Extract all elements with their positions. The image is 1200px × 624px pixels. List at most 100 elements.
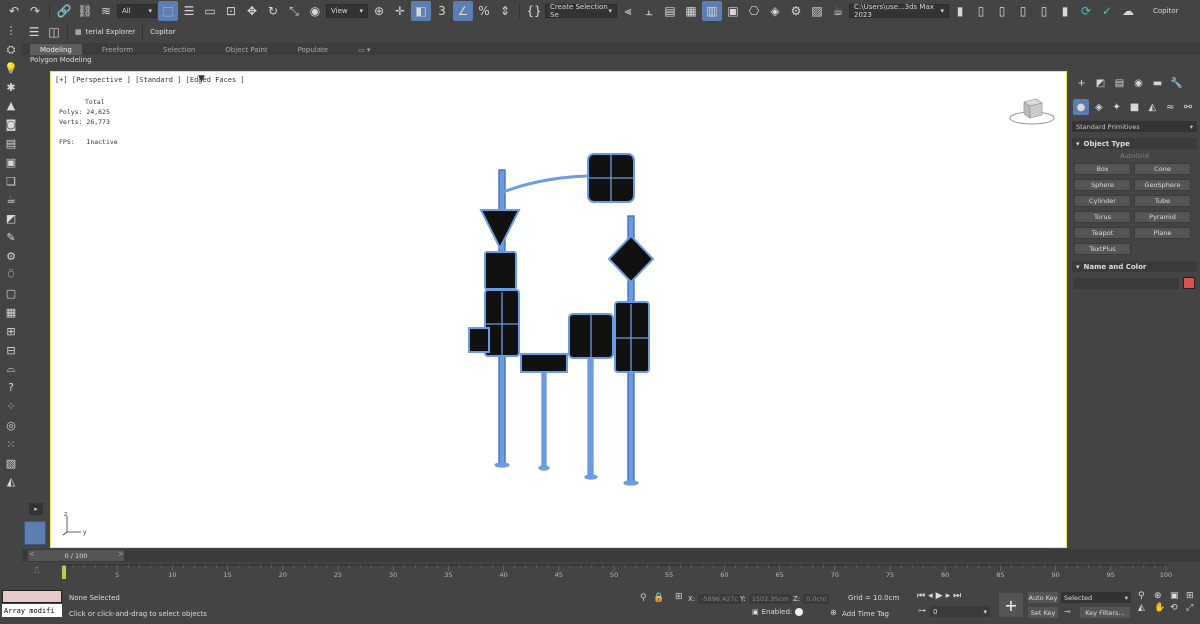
tube-button[interactable]: Tube: [1134, 195, 1191, 207]
rectangular-selection-icon[interactable]: ▭: [200, 1, 220, 21]
percent-snap-icon[interactable]: %: [474, 1, 494, 21]
select-manipulate-icon[interactable]: ✛: [390, 1, 410, 21]
bind-space-warp-icon[interactable]: ≋: [96, 1, 116, 21]
helpers-icon[interactable]: ◭: [1144, 99, 1160, 115]
current-frame-field[interactable]: 0 ▾: [930, 606, 990, 617]
viewport-layout-icon[interactable]: [24, 521, 46, 545]
viewport-icon[interactable]: ▦: [2, 304, 20, 322]
select-object-icon[interactable]: ⬚: [158, 1, 178, 21]
play-arrow-icon[interactable]: ▸: [29, 503, 43, 515]
mirror-icon[interactable]: ⫷: [618, 1, 638, 21]
maxscript-listener-input[interactable]: [2, 590, 62, 603]
lock-selection-icon[interactable]: 🔒: [653, 593, 664, 603]
time-tag-icon[interactable]: ⊕: [830, 608, 837, 617]
redo-icon[interactable]: ↷: [25, 1, 45, 21]
tab-modeling[interactable]: Modeling: [30, 44, 82, 55]
y-field[interactable]: 1502.35cm: [748, 594, 792, 604]
selection-filter-select[interactable]: All ▾: [117, 4, 157, 18]
cloud-icon[interactable]: ☁: [1118, 1, 1138, 21]
display-tab-icon[interactable]: ▬: [1149, 75, 1166, 91]
next-frame-icon[interactable]: >: [118, 550, 124, 558]
tab-freeform[interactable]: Freeform: [92, 44, 143, 55]
reference-coordinate-select[interactable]: View ▾: [326, 4, 368, 18]
curve-editor-icon[interactable]: ▣: [723, 1, 743, 21]
lights-icon[interactable]: ✦: [1109, 99, 1125, 115]
snaps-toggle-icon[interactable]: 3: [432, 1, 452, 21]
side-panel[interactable]: [468, 327, 490, 353]
key-filters-button[interactable]: Key Filters...: [1080, 607, 1130, 618]
go-to-start-icon[interactable]: ⏮: [917, 591, 925, 601]
sphere-button[interactable]: Sphere: [1074, 179, 1131, 191]
teapot-icon[interactable]: ☕: [2, 191, 20, 209]
previous-frame-icon[interactable]: ◂: [928, 591, 933, 601]
toggle-scene-explorer-icon[interactable]: ▤: [660, 1, 680, 21]
pyramid-button[interactable]: Pyramid: [1134, 211, 1191, 223]
cameras-icon[interactable]: ■: [1127, 99, 1143, 115]
frame-icon[interactable]: ▢: [2, 285, 20, 303]
track-bar-icon[interactable]: ⎍: [34, 566, 40, 576]
x-field[interactable]: -5896.427c: [698, 594, 742, 604]
enabled-radio-icon[interactable]: [795, 608, 804, 616]
material-explorer-button[interactable]: ▦ terial Explorer: [71, 24, 139, 40]
field-of-view-icon[interactable]: ◭: [1138, 603, 1152, 613]
cylinder-button[interactable]: Cylinder: [1074, 195, 1131, 207]
scene-tool-icon[interactable]: ⛭: [2, 41, 20, 59]
pivot-center-icon[interactable]: ⊕: [369, 1, 389, 21]
link-icon[interactable]: 🔗: [54, 1, 74, 21]
track-bar[interactable]: ⎍ 5 10 15 20 25 30 35 40 45 50 55 60 65 70 75 80 85 90 95 1…: [22, 562, 1200, 587]
box-button[interactable]: Box: [1074, 163, 1131, 175]
textplus-button[interactable]: TextPlus: [1074, 243, 1131, 255]
folder-open-icon[interactable]: ▯: [971, 1, 991, 21]
sync-icon[interactable]: ⟳: [1076, 1, 1096, 21]
folder-settings-icon[interactable]: ▯: [1034, 1, 1054, 21]
maximize-viewport-icon[interactable]: ⤢: [1186, 603, 1200, 613]
pole-small[interactable]: [541, 371, 547, 469]
cone-icon[interactable]: ▲: [2, 97, 20, 115]
isolate-selection-icon[interactable]: ⚲: [640, 593, 647, 603]
yield-sign[interactable]: [479, 209, 521, 251]
orbit-icon[interactable]: ⟲: [1170, 603, 1184, 613]
schematic-view-icon[interactable]: ⎔: [744, 1, 764, 21]
geometry-icon[interactable]: ●: [1073, 99, 1089, 115]
image-icon[interactable]: ▣: [2, 154, 20, 172]
bulb-icon[interactable]: ⍥: [2, 266, 20, 284]
list-icon[interactable]: ☰: [24, 22, 44, 42]
folder-icon[interactable]: ▯: [992, 1, 1012, 21]
toggle-ribbon-icon[interactable]: ▥: [702, 1, 722, 21]
align-icon[interactable]: ⫠: [639, 1, 659, 21]
traffic-signs-scene[interactable]: [51, 72, 1067, 548]
scale-icon[interactable]: ⤡: [284, 1, 304, 21]
render-icon[interactable]: ◩: [2, 210, 20, 228]
copitor-button[interactable]: Copitor: [146, 24, 179, 40]
dots-icon[interactable]: ⁘: [2, 398, 20, 416]
tab-object-paint[interactable]: Object Paint: [215, 44, 277, 55]
object-type-rollout[interactable]: ▾ Object Type: [1072, 138, 1197, 149]
teapot-button[interactable]: Teapot: [1074, 227, 1131, 239]
snowflake-icon[interactable]: ✱: [2, 78, 20, 96]
perspective-viewport[interactable]: [+] [Perspective ] [Standard ] [Edged Fa…: [50, 71, 1067, 548]
geosphere-button[interactable]: GeoSphere: [1134, 179, 1191, 191]
tab-populate[interactable]: Populate: [288, 44, 338, 55]
z-field[interactable]: 0.0cm: [803, 594, 830, 604]
plane-button[interactable]: Plane: [1134, 227, 1191, 239]
edit-named-selection-icon[interactable]: {}: [524, 1, 544, 21]
grid-icon[interactable]: ⊞: [2, 323, 20, 341]
adaptive-degradation-toggle[interactable]: ▣ Enabled:: [752, 608, 804, 616]
paint-icon[interactable]: ✎: [2, 229, 20, 247]
pole-center[interactable]: [587, 357, 594, 477]
street-name-sign[interactable]: [520, 353, 568, 373]
utilities-tab-icon[interactable]: 🔧: [1168, 75, 1185, 91]
modify-tab-icon[interactable]: ◩: [1092, 75, 1109, 91]
space-warps-icon[interactable]: ≈: [1162, 99, 1178, 115]
set-key-button[interactable]: Set Key: [1028, 607, 1058, 618]
tree-icon[interactable]: ⊟: [2, 342, 20, 360]
autogrid-checkbox[interactable]: AutoGrid: [1069, 152, 1200, 160]
layers-icon[interactable]: ❏: [2, 172, 20, 190]
traffic-light-right[interactable]: [614, 301, 650, 373]
go-to-end-icon[interactable]: ⏭: [953, 591, 961, 601]
ribbon-options-icon[interactable]: ▭ ▾: [348, 44, 380, 55]
systems-icon[interactable]: ⚯: [1180, 99, 1196, 115]
zoom-icon[interactable]: ⚲: [1138, 591, 1152, 601]
gear-icon[interactable]: ⚙: [2, 248, 20, 266]
move-icon[interactable]: ✥: [242, 1, 262, 21]
